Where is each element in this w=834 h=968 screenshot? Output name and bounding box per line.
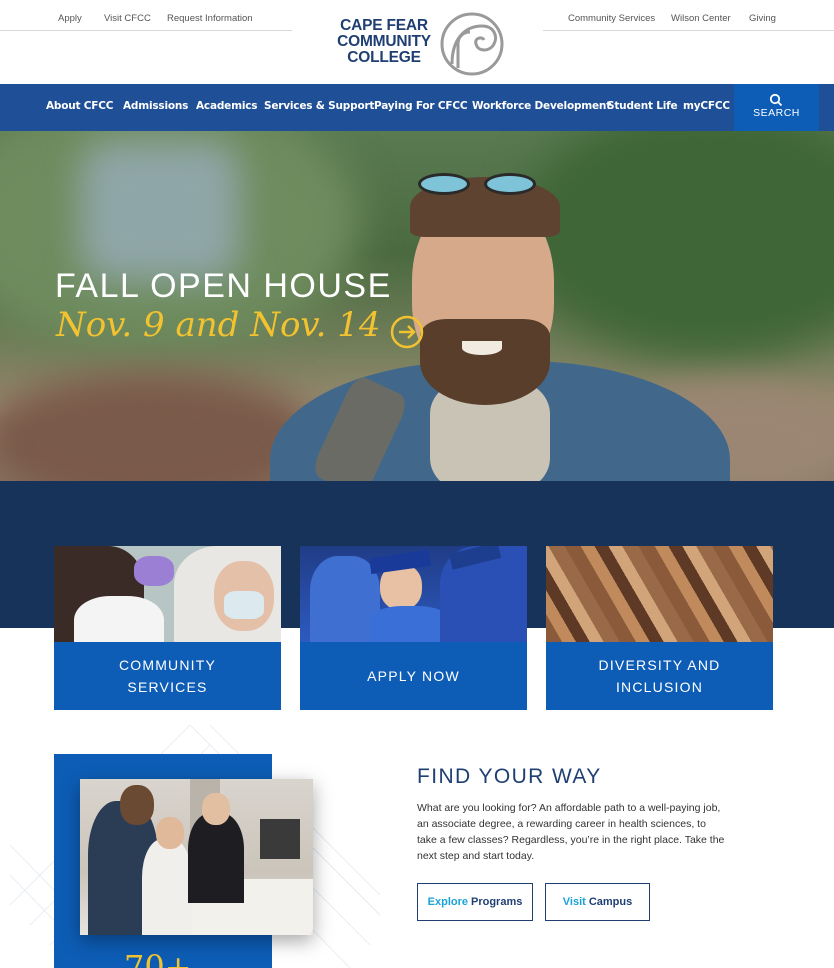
- logo-line-3: COLLEGE: [347, 49, 421, 66]
- nav-admissions[interactable]: Admissions: [123, 100, 188, 112]
- card-apply-now-photo: [300, 546, 527, 642]
- nav-student-life[interactable]: Student Life: [607, 100, 678, 112]
- nav-paying-for-cfcc[interactable]: Paying For CFCC: [374, 100, 468, 112]
- nav-academics[interactable]: Academics: [196, 100, 257, 112]
- utility-link-wilson-center[interactable]: Wilson Center: [671, 13, 731, 24]
- visit-campus-accent: Visit: [562, 896, 586, 908]
- find-your-way-body: What are you looking for? An affordable …: [417, 802, 725, 862]
- visit-campus-label: Campus: [588, 896, 633, 908]
- hero-person-beard: [420, 319, 550, 405]
- card-apply-now[interactable]: APPLY NOW: [300, 546, 527, 710]
- card-diversity-inclusion-photo: [546, 546, 773, 642]
- hero-subtitle[interactable]: Nov. 9 and Nov. 14: [56, 305, 380, 345]
- explore-programs-label: Programs: [471, 896, 523, 908]
- nav-workforce-development[interactable]: Workforce Development: [472, 100, 611, 112]
- hero-bg-trees: [520, 131, 834, 361]
- college-logo[interactable]: CAPE FEAR COMMUNITY COLLEGE: [326, 8, 510, 78]
- utility-divider-right: [543, 30, 834, 31]
- find-your-way-title: FIND YOUR WAY: [417, 765, 602, 788]
- stat-value: 70+: [124, 948, 192, 968]
- card-community-services-photo: [54, 546, 281, 642]
- utility-link-giving[interactable]: Giving: [749, 13, 776, 24]
- logo-wave-icon: [440, 12, 504, 76]
- visit-campus-button[interactable]: Visit Campus: [545, 883, 650, 921]
- card-diversity-inclusion-label: DIVERSITY AND INCLUSION: [546, 642, 773, 710]
- arrow-circle-right-icon[interactable]: [389, 314, 425, 350]
- logo-line-1: CAPE FEAR: [340, 17, 428, 34]
- utility-link-request-information[interactable]: Request Information: [167, 13, 253, 24]
- search-label: SEARCH: [753, 107, 800, 119]
- explore-programs-accent: Explore: [427, 896, 468, 908]
- hero-person-smile: [462, 341, 502, 355]
- students-photo: [80, 779, 313, 935]
- hero-bg-building: [80, 141, 240, 281]
- utility-link-community-services[interactable]: Community Services: [568, 13, 655, 24]
- hero-title: FALL OPEN HOUSE: [55, 267, 392, 305]
- card-apply-now-label: APPLY NOW: [300, 642, 527, 710]
- card-community-services[interactable]: COMMUNITY SERVICES: [54, 546, 281, 710]
- logo-wordmark: CAPE FEAR COMMUNITY COLLEGE: [328, 18, 440, 66]
- card-community-services-label: COMMUNITY SERVICES: [54, 642, 281, 710]
- hero-person-sunglasses-right: [484, 173, 536, 195]
- nav-services-support[interactable]: Services & Support: [264, 100, 374, 112]
- nav-mycfcc[interactable]: myCFCC: [683, 100, 730, 112]
- explore-programs-button[interactable]: Explore Programs: [417, 883, 533, 921]
- utility-bar: Apply Visit CFCC Request Information Com…: [0, 0, 834, 84]
- utility-link-visit-cfcc[interactable]: Visit CFCC: [104, 13, 151, 24]
- search-button[interactable]: SEARCH: [734, 84, 819, 131]
- utility-link-apply[interactable]: Apply: [58, 13, 82, 24]
- hero-person-sunglasses-left: [418, 173, 470, 195]
- logo-line-2: COMMUNITY: [337, 33, 431, 50]
- nav-about-cfcc[interactable]: About CFCC: [46, 100, 113, 112]
- utility-divider-left: [0, 30, 292, 31]
- search-icon: [769, 93, 783, 107]
- hero-banner[interactable]: FALL OPEN HOUSE Nov. 9 and Nov. 14: [0, 131, 834, 481]
- main-navigation: About CFCC Admissions Academics Services…: [0, 84, 834, 131]
- card-diversity-inclusion[interactable]: DIVERSITY AND INCLUSION: [546, 546, 773, 710]
